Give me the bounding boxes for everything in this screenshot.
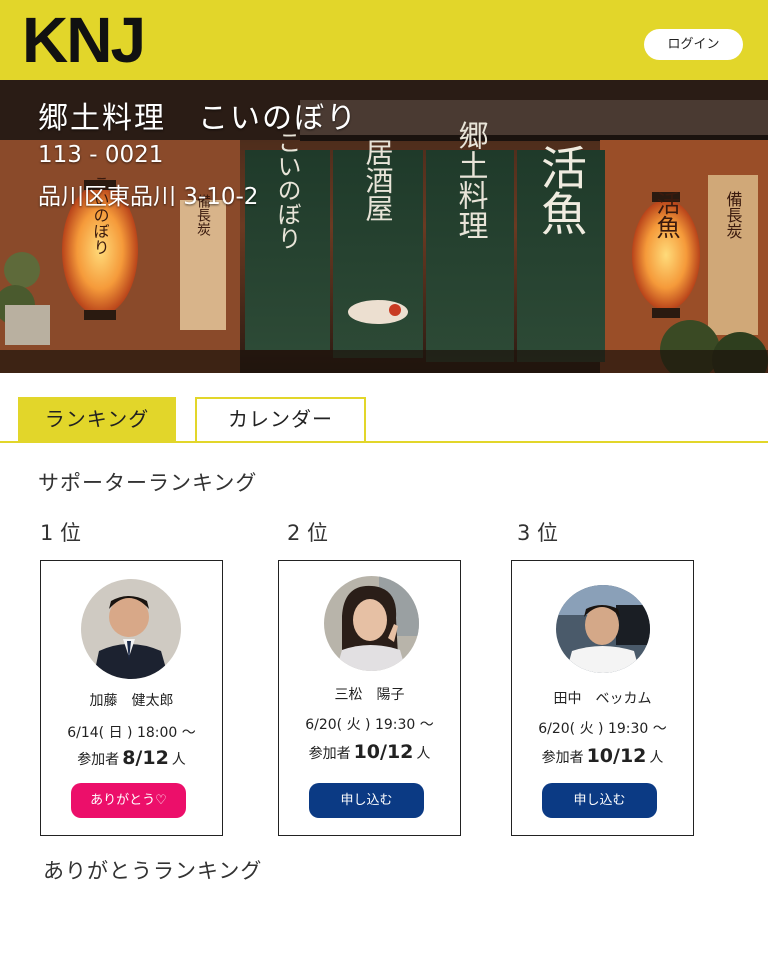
svg-text:活魚: 活魚: [534, 144, 588, 236]
avatar: [324, 576, 419, 671]
participants-value: 10/12: [353, 741, 414, 763]
restaurant-name: 郷土料理 こいのぼり: [38, 101, 358, 136]
participants-suffix: 人: [171, 752, 186, 768]
header-bar: KNJ ログイン: [0, 0, 768, 80]
svg-text:活魚: 活魚: [652, 191, 680, 239]
tab-underline: [0, 441, 768, 443]
participants-suffix: 人: [416, 746, 431, 762]
svg-text:居酒屋: 居酒屋: [362, 138, 395, 222]
thanks-button[interactable]: ありがとう♡: [71, 783, 186, 818]
participants-count: 参加者 8/12 人: [41, 747, 222, 769]
participants-prefix: 参加者: [77, 752, 120, 768]
supporter-card-1: 加藤 健太郎 6/14( 日 ) 18:00 ～ 参加者 8/12 人 ありがとう♡: [40, 560, 223, 836]
event-datetime: 6/20( 火 ) 19:30 ～: [538, 721, 667, 737]
supporter-card-2: 三松 陽子 6/20( 火 ) 19:30 ～ 参加者 10/12 人 申し込む: [278, 560, 461, 836]
avatar: [556, 585, 650, 673]
restaurant-address: 品川区東品川 3-10-2: [38, 184, 259, 210]
supporter-name: 田中 ベッカム: [553, 691, 652, 707]
rank-1-label: 1 位: [40, 521, 82, 545]
tab-ranking[interactable]: ランキング: [18, 397, 176, 442]
supporter-name: 加藤 健太郎: [89, 693, 174, 709]
participants-prefix: 参加者: [308, 746, 351, 762]
svg-text:郷土料理: 郷土料理: [453, 120, 489, 240]
supporter-card-3: 田中 ベッカム 6/20( 火 ) 19:30 ～ 参加者 10/12 人 申し込む: [511, 560, 694, 836]
avatar: [81, 579, 181, 679]
apply-button[interactable]: 申し込む: [542, 783, 657, 818]
participants-suffix: 人: [649, 750, 664, 766]
rank-3-label: 3 位: [517, 521, 559, 545]
participants-value: 10/12: [586, 745, 647, 767]
thanks-ranking-title: ありがとうランキング: [43, 859, 263, 883]
participants-value: 8/12: [122, 747, 169, 769]
svg-text:こいのぼり: こいのぼり: [273, 130, 301, 250]
participants-prefix: 参加者: [541, 750, 584, 766]
tab-calendar[interactable]: カレンダー: [195, 397, 366, 442]
restaurant-zip: 113 - 0021: [38, 142, 164, 168]
svg-text:備長炭: 備長炭: [724, 191, 743, 239]
participants-count: 参加者 10/12 人: [512, 745, 693, 767]
rank-2-label: 2 位: [287, 521, 329, 545]
participants-count: 参加者 10/12 人: [279, 741, 460, 763]
supporter-name: 三松 陽子: [334, 687, 405, 703]
event-datetime: 6/14( 日 ) 18:00 ～: [67, 725, 196, 741]
event-datetime: 6/20( 火 ) 19:30 ～: [305, 717, 434, 733]
site-logo[interactable]: KNJ: [22, 4, 146, 76]
apply-button[interactable]: 申し込む: [309, 783, 424, 818]
login-button[interactable]: ログイン: [644, 29, 743, 60]
supporter-ranking-title: サポーターランキング: [38, 471, 258, 495]
